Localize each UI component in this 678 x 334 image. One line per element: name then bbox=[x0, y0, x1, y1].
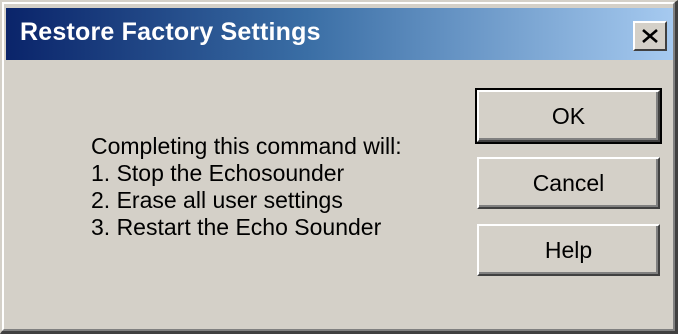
dialog-message: Completing this command will: 1. Stop th… bbox=[91, 133, 402, 241]
restore-factory-settings-dialog: Restore Factory Settings Completing this… bbox=[0, 0, 678, 334]
message-line-intro: Completing this command will: bbox=[91, 133, 402, 159]
message-line-step-1: 1. Stop the Echosounder bbox=[91, 160, 345, 186]
ok-button[interactable]: OK bbox=[475, 88, 662, 144]
title-bar[interactable]: Restore Factory Settings bbox=[6, 8, 673, 60]
message-line-step-3: 3. Restart the Echo Sounder bbox=[91, 214, 382, 240]
message-line-step-2: 2. Erase all user settings bbox=[91, 187, 343, 213]
window-title: Restore Factory Settings bbox=[20, 18, 321, 46]
close-button[interactable] bbox=[633, 21, 667, 51]
help-button[interactable]: Help bbox=[477, 224, 660, 276]
cancel-button[interactable]: Cancel bbox=[477, 157, 660, 209]
